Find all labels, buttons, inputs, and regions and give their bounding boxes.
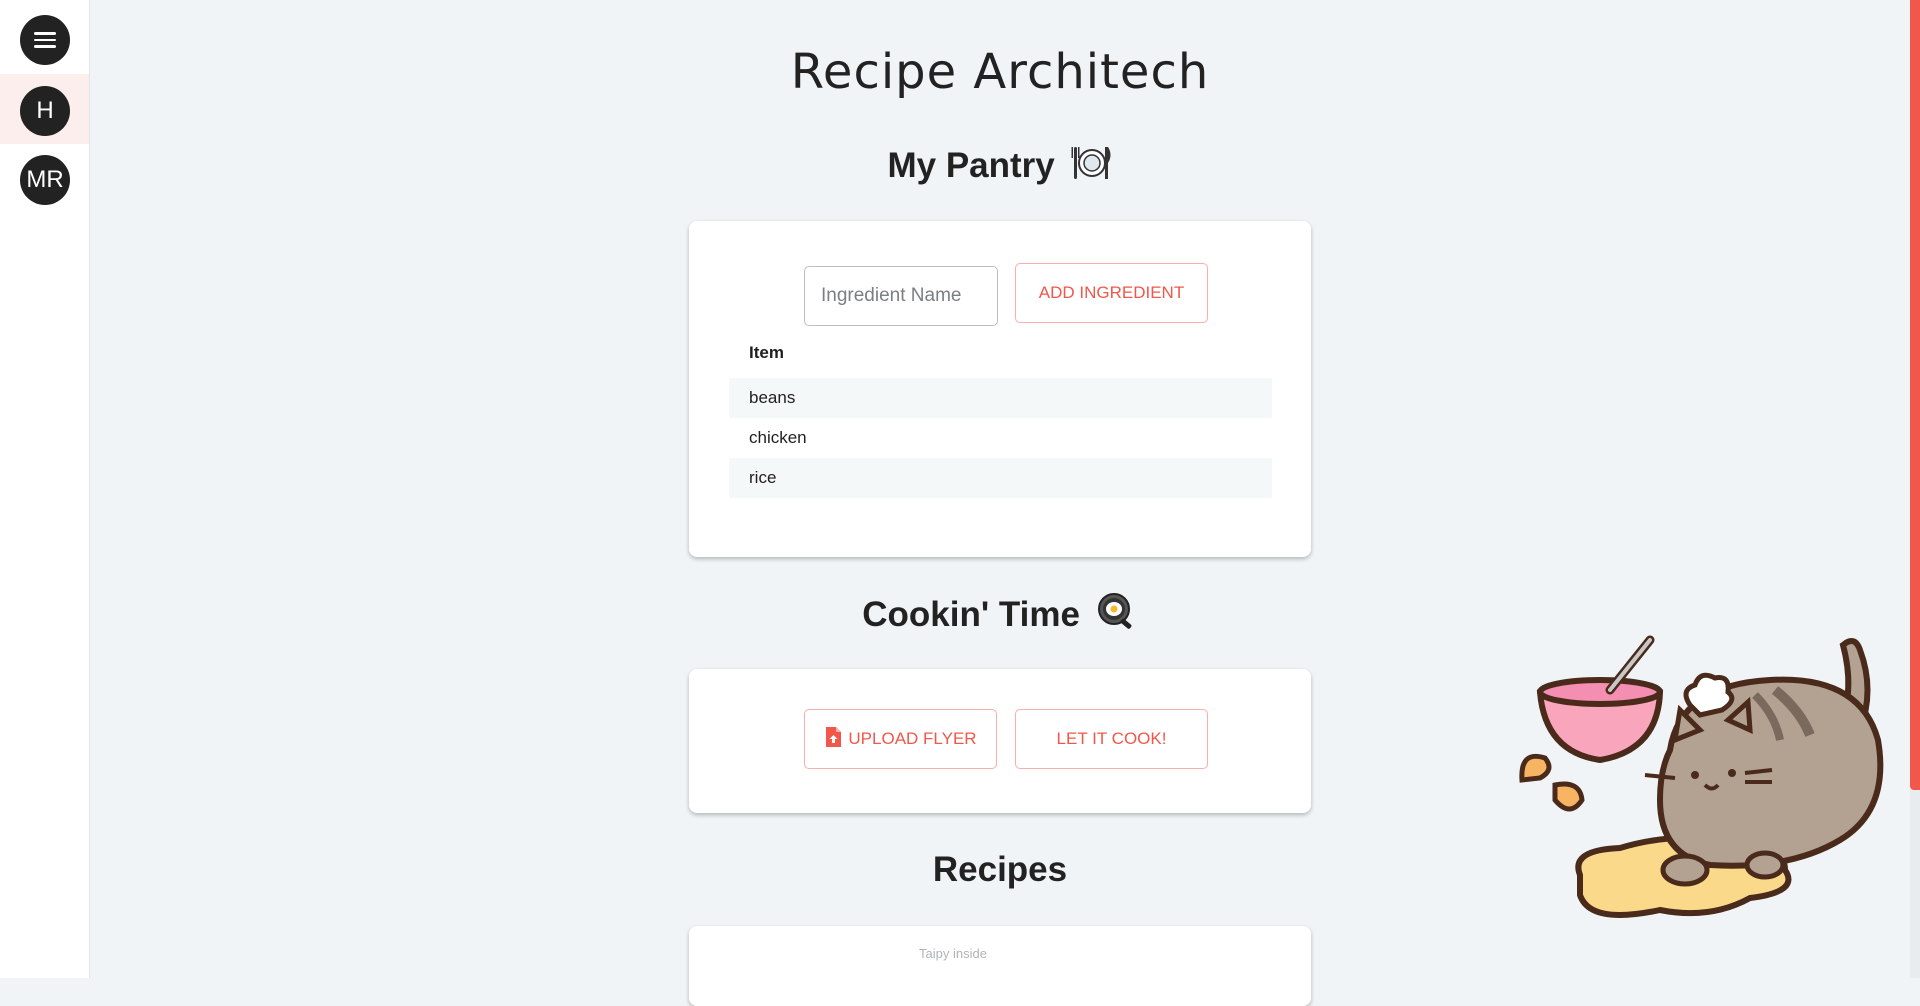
ingredient-name-input[interactable]: Ingredient Name [804, 266, 998, 326]
table-cell: rice [749, 468, 777, 487]
pantry-heading-text: My Pantry [887, 145, 1055, 185]
table-row[interactable]: rice [729, 458, 1272, 498]
scrollbar[interactable] [1910, 0, 1920, 978]
cooking-card: UPLOAD FLYER LET IT COOK! [689, 669, 1311, 813]
table-cell: chicken [749, 428, 807, 447]
file-upload-icon [824, 726, 842, 753]
recipes-card: Taipy inside [689, 926, 1311, 1006]
chef-cat-illustration [1510, 630, 1890, 950]
pantry-heading: My Pantry [0, 143, 1920, 192]
taipy-note: Taipy inside [919, 946, 987, 961]
table-header-item: Item [749, 343, 784, 362]
pantry-card: Ingredient Name ADD INGREDIENT Item bean… [689, 221, 1311, 557]
app-title: Recipe Architech [790, 44, 1210, 100]
upload-flyer-label: UPLOAD FLYER [848, 729, 977, 748]
table-cell: beans [749, 388, 796, 407]
add-ingredient-button[interactable]: ADD INGREDIENT [1015, 263, 1208, 323]
cooking-heading-text: Cookin' Time [862, 594, 1080, 634]
table-row[interactable]: beans [729, 378, 1272, 418]
scrollbar-thumb[interactable] [1910, 0, 1920, 790]
frying-pan-icon [1096, 592, 1138, 641]
sidebar-item-label: H [36, 97, 54, 124]
let-it-cook-button[interactable]: LET IT COOK! [1015, 709, 1208, 769]
plate-cutlery-icon [1071, 143, 1113, 192]
table-row[interactable]: chicken [729, 418, 1272, 458]
upload-flyer-button[interactable]: UPLOAD FLYER [804, 709, 997, 769]
ingredient-name-placeholder: Ingredient Name [821, 285, 962, 306]
